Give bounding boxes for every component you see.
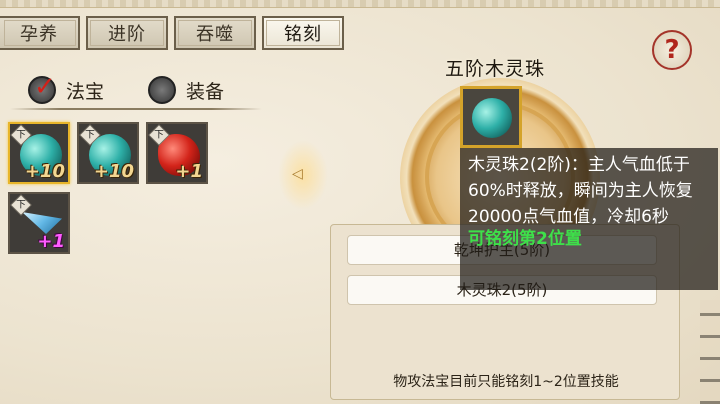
- enhance-level: +10: [93, 161, 134, 182]
- filter-fabao[interactable]: ✓ 法宝: [28, 72, 105, 104]
- scroll-ornament: [700, 300, 720, 404]
- filter-bar: ✓ 法宝 装备: [10, 72, 262, 110]
- tooltip-description: 木灵珠2(2阶)：主人气血低于60%时释放，瞬间为主人恢复20000点气血值，冷…: [468, 155, 693, 227]
- item-slot-1[interactable]: 下 +10: [8, 122, 70, 184]
- top-border: [0, 0, 720, 8]
- enhance-level: +1: [175, 161, 203, 182]
- selected-item-slot[interactable]: [460, 86, 522, 148]
- item-slot-2[interactable]: 下 +10: [77, 122, 139, 184]
- grade-tag: 下: [10, 194, 32, 216]
- skill-tooltip: 木灵珠2(2阶)：主人气血低于60%时释放，瞬间为主人恢复20000点气血值，冷…: [460, 148, 718, 290]
- tab-jinjie[interactable]: 进阶: [86, 16, 168, 50]
- wood-orb-icon: [472, 98, 512, 138]
- check-icon: ✓: [34, 72, 56, 102]
- divider: [10, 108, 262, 110]
- left-arrow-glow[interactable]: ◁: [278, 140, 328, 210]
- item-slot-4[interactable]: 下 +1: [8, 192, 70, 254]
- filter-fabao-label: 法宝: [66, 80, 105, 103]
- filter-equip[interactable]: 装备: [148, 76, 224, 104]
- tab-yunyang[interactable]: 孕养: [0, 16, 80, 50]
- arrow-left-icon: ◁: [292, 166, 303, 182]
- enhance-level: +10: [24, 161, 65, 182]
- item-slot-3[interactable]: 下 +1: [146, 122, 208, 184]
- tab-tunshi[interactable]: 吞噬: [174, 16, 256, 50]
- help-button[interactable]: ?: [652, 30, 692, 70]
- selected-item-name: 五阶木灵珠: [444, 58, 545, 80]
- tab-bar: 孕养 进阶 吞噬 铭刻: [0, 16, 344, 52]
- radio-fabao[interactable]: ✓: [28, 72, 56, 104]
- enhance-level: +1: [37, 231, 65, 252]
- radio-equip[interactable]: [148, 76, 176, 104]
- filter-equip-label: 装备: [186, 80, 225, 103]
- question-mark-icon: ?: [664, 35, 680, 65]
- engrave-note: 物攻法宝目前只能铭刻1~2位置技能: [393, 374, 619, 390]
- tab-mingke[interactable]: 铭刻: [262, 16, 344, 50]
